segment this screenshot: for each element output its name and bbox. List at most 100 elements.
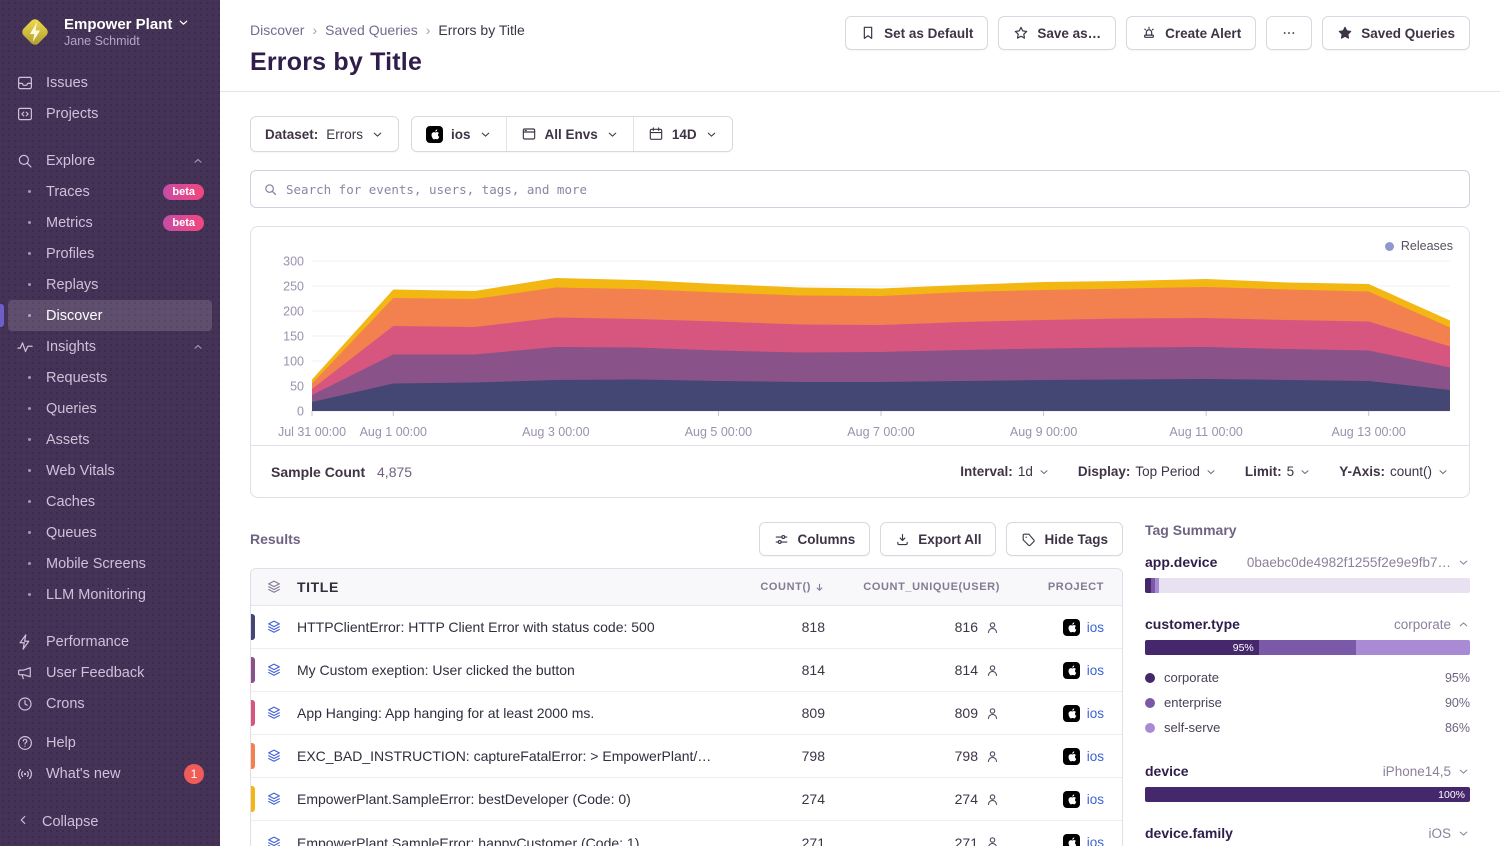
sidebar-item-insights[interactable]: Insights [8,331,212,362]
tag-distribution-bar[interactable]: 100% [1145,787,1470,802]
sidebar-item-explore[interactable]: Explore [8,145,212,176]
sidebar-item-discover[interactable]: Discover [8,300,212,331]
search-icon [263,182,278,197]
set-as-default-button[interactable]: Set as Default [845,16,988,50]
search-input[interactable] [286,182,1457,197]
page-title: Errors by Title [250,48,525,77]
sidebar-item-help[interactable]: Help [8,727,212,758]
tag-header[interactable]: app.device0baebc0de4982f1255f2e9e9fb7… [1145,554,1470,570]
legend-name: self-serve [1164,720,1220,735]
breadcrumb-item[interactable]: Discover [250,22,304,38]
row-count-unique-value: 816 [835,619,1010,635]
column-header-count[interactable]: COUNT() [717,581,835,593]
layers-icon[interactable] [251,662,297,678]
project-link[interactable]: ios [1087,835,1104,846]
row-title-link[interactable]: EmpowerPlant.SampleError: happyCustomer … [297,835,717,846]
stacked-area-chart[interactable]: 050100150200250300Jul 31 00:00Aug 1 00:0… [266,253,1456,445]
control-label: Y-Axis: [1339,464,1385,479]
chevron-down-icon[interactable] [1457,556,1470,569]
sidebar-item-profiles[interactable]: Profiles [8,238,212,269]
chevron-up-icon[interactable] [1457,618,1470,631]
sidebar-item-issues[interactable]: Issues [8,67,212,98]
row-title-link[interactable]: App Hanging: App hanging for at least 20… [297,705,717,721]
sidebar-item-requests[interactable]: Requests [8,362,212,393]
layers-icon[interactable] [251,705,297,721]
tag-distribution-bar[interactable] [1145,578,1470,593]
column-header-title[interactable]: TITLE [297,579,717,595]
row-title-link[interactable]: EmpowerPlant.SampleError: bestDeveloper … [297,791,717,807]
y-axis-selector[interactable]: Y-Axis:count() [1339,464,1449,479]
environment-filter[interactable]: All Envs [506,117,633,151]
sidebar-item-projects[interactable]: Projects [8,98,212,129]
sidebar-item-queues[interactable]: Queues [8,517,212,548]
sidebar-item-label: Web Vitals [46,463,115,479]
layers-icon[interactable] [251,791,297,807]
sidebar-item-performance[interactable]: Performance [8,626,212,657]
sidebar-item-queries[interactable]: Queries [8,393,212,424]
sidebar-item-label: Replays [46,277,98,293]
project-link[interactable]: ios [1087,792,1104,807]
project-link[interactable]: ios [1087,620,1104,635]
breadcrumb-item[interactable]: Saved Queries [325,22,418,38]
sidebar-item-web-vitals[interactable]: Web Vitals [8,455,212,486]
sidebar-item-what-s-new[interactable]: What's new1 [8,758,212,789]
svg-text:0: 0 [297,405,304,419]
chevron-down-icon[interactable] [1457,827,1470,840]
sidebar-item-llm-monitoring[interactable]: LLM Monitoring [8,579,212,610]
svg-text:Aug 5 00:00: Aug 5 00:00 [685,425,752,439]
bullet-icon [16,221,42,224]
sidebar-item-label: Crons [46,696,85,712]
project-filter[interactable]: ios [412,117,506,151]
collapse-button[interactable]: Collapse [0,798,220,846]
tag-block-device: deviceiPhone14,5 100% [1145,763,1470,802]
save-as-button[interactable]: Save as… [998,16,1116,50]
broadcast-icon [16,765,42,783]
tag-header[interactable]: device.familyiOS [1145,825,1470,841]
project-link[interactable]: ios [1087,749,1104,764]
limit-selector[interactable]: Limit:5 [1245,464,1311,479]
sidebar-item-crons[interactable]: Crons [8,688,212,719]
layers-icon[interactable] [251,748,297,764]
svg-text:Aug 11 00:00: Aug 11 00:00 [1169,425,1242,439]
display-selector[interactable]: Display:Top Period [1078,464,1217,479]
sidebar-item-traces[interactable]: Tracesbeta [8,176,212,207]
chart-controls: Interval:1d Display:Top Period Limit:5 Y-Ax… [960,464,1449,479]
tag-legend-row[interactable]: self-serve86% [1145,715,1470,740]
create-alert-button[interactable]: Create Alert [1126,16,1256,50]
sidebar-item-caches[interactable]: Caches [8,486,212,517]
tag-distribution-bar[interactable]: 95% [1145,640,1470,655]
export-all-button[interactable]: Export All [880,522,996,556]
tag-header[interactable]: customer.typecorporate [1145,616,1470,632]
sidebar-item-label: Queries [46,401,97,417]
project-link[interactable]: ios [1087,663,1104,678]
tag-top-value: iOS [1428,826,1470,841]
layers-icon[interactable] [251,835,297,846]
tag-summary-panel: Tag Summary app.device0baebc0de4982f1255… [1145,522,1470,846]
tag-legend-row[interactable]: enterprise90% [1145,690,1470,715]
row-title-link[interactable]: HTTPClientError: HTTP Client Error with … [297,619,717,635]
column-header-count-unique-user[interactable]: COUNT_UNIQUE(USER) [835,581,1010,593]
row-title-link[interactable]: EXC_BAD_INSTRUCTION: captureFatalError: … [297,748,717,764]
interval-selector[interactable]: Interval:1d [960,464,1050,479]
date-range-filter[interactable]: 14D [633,117,732,151]
hide-tags-button[interactable]: Hide Tags [1006,522,1123,556]
sidebar-item-replays[interactable]: Replays [8,269,212,300]
releases-legend[interactable]: Releases [1385,239,1453,253]
layers-icon[interactable] [251,619,297,635]
sidebar-item-user-feedback[interactable]: User Feedback [8,657,212,688]
project-link[interactable]: ios [1087,706,1104,721]
dataset-selector[interactable]: Dataset: Errors [250,116,399,152]
org-switcher[interactable]: Empower Plant Jane Schmidt [0,0,220,61]
chevron-down-icon[interactable] [1457,765,1470,778]
more-options-button[interactable] [1266,16,1312,50]
table-row: My Custom exeption: User clicked the but… [251,649,1122,692]
saved-queries-button[interactable]: Saved Queries [1322,16,1470,50]
column-header-project[interactable]: PROJECT [1010,581,1122,593]
sidebar-item-metrics[interactable]: Metricsbeta [8,207,212,238]
tag-header[interactable]: deviceiPhone14,5 [1145,763,1470,779]
row-title-link[interactable]: My Custom exeption: User clicked the but… [297,662,717,678]
columns-button[interactable]: Columns [759,522,870,556]
sidebar-item-mobile-screens[interactable]: Mobile Screens [8,548,212,579]
sidebar-item-assets[interactable]: Assets [8,424,212,455]
tag-legend-row[interactable]: corporate95% [1145,665,1470,690]
